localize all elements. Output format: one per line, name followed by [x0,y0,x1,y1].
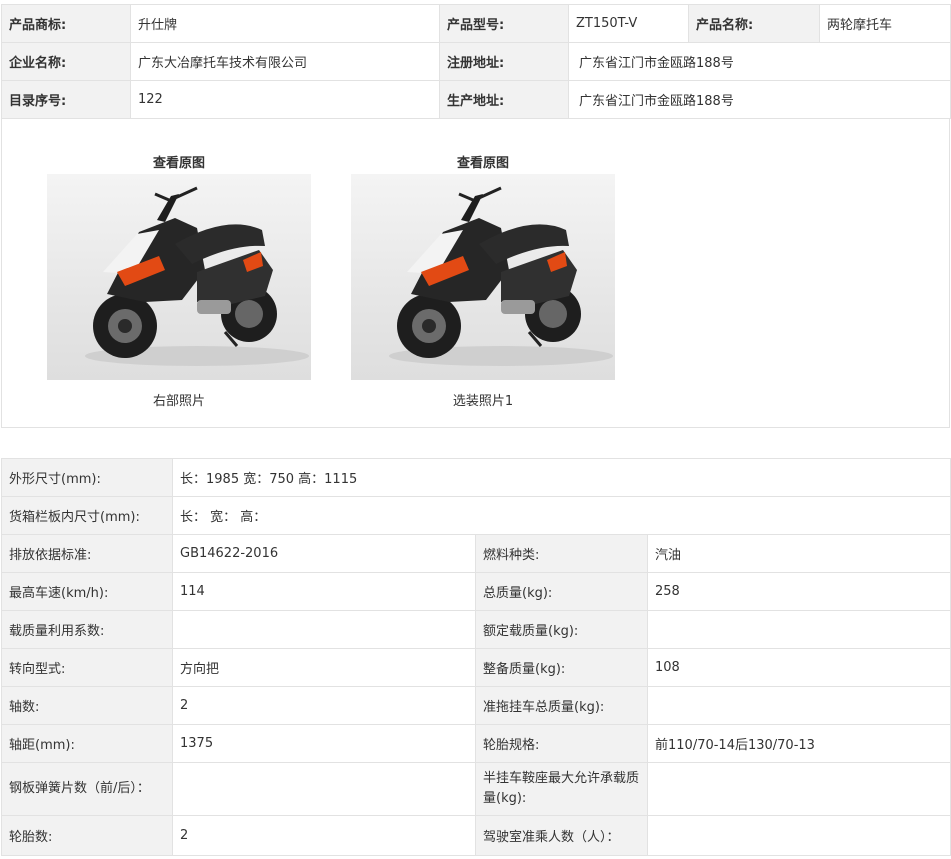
table-row: 产品商标: 升仕牌 产品型号: ZT150T-V 产品名称: 两轮摩托车 [1,4,951,43]
spec-value [646,610,951,649]
motorcycle-icon [389,186,613,366]
brand-label: 产品商标: [1,4,131,43]
spec-label: 转向型式: [1,648,173,687]
reg-address-value: 广东省江门市金瓯路188号 [568,42,951,81]
table-row: 企业名称: 广东大冶摩托车技术有限公司 注册地址: 广东省江门市金瓯路188号 [1,42,951,81]
table-row: 货箱栏板内尺寸(mm): 长： 宽： 高： [1,496,951,535]
table-row: 轴距(mm): 1375 轮胎规格: 前110/70-14后130/70-13 [1,724,951,763]
table-row: 载质量利用系数: 额定载质量(kg): [1,610,951,649]
spec-value [646,762,951,816]
spec-value [172,610,476,649]
spec-value: 1375 [172,724,476,763]
spec-value [646,686,951,725]
spec-label: 整备质量(kg): [475,648,648,687]
spec-value: GB14622-2016 [172,534,476,573]
spec-label: 驾驶室准乘人数（人）： [475,815,648,856]
table-row: 钢板弹簧片数（前/后）： 半挂车鞍座最大允许承载质量(kg): [1,762,951,816]
table-row: 目录序号: 122 生产地址: 广东省江门市金瓯路188号 [1,80,951,119]
spec-value: 方向把 [172,648,476,687]
view-original-link[interactable]: 查看原图 [47,154,311,174]
table-row: 最高车速(km/h): 114 总质量(kg): 258 [1,572,951,611]
spec-label: 准拖挂车总质量(kg): [475,686,648,725]
model-value: ZT150T-V [568,4,689,43]
spec-value [646,815,951,856]
table-row: 轴数: 2 准拖挂车总质量(kg): [1,686,951,725]
prod-address-value: 广东省江门市金瓯路188号 [568,80,951,119]
cargo-box-label: 货箱栏板内尺寸(mm): [1,496,173,535]
spec-value [172,762,476,816]
basic-info-table: 产品商标: 升仕牌 产品型号: ZT150T-V 产品名称: 两轮摩托车 企业名… [1,4,951,119]
model-label: 产品型号: [439,4,569,43]
prod-address-label: 生产地址: [439,80,569,119]
motorcycle-image[interactable] [351,174,615,380]
spec-value: 汽油 [646,534,951,573]
spec-label: 最高车速(km/h): [1,572,173,611]
spec-label: 排放依据标准: [1,534,173,573]
table-row: 排放依据标准: GB14622-2016 燃料种类: 汽油 [1,534,951,573]
spec-value: 前110/70-14后130/70-13 [646,724,951,763]
company-label: 企业名称: [1,42,131,81]
reg-address-label: 注册地址: [439,42,569,81]
spec-value: 258 [646,572,951,611]
dimensions-value: 长：1985 宽：750 高：1115 [171,458,951,497]
spec-label: 轮胎数: [1,815,173,856]
spec-label: 轴数: [1,686,173,725]
photo-optional: 查看原图 选装照片1 [351,154,615,412]
dimensions-label: 外形尺寸(mm): [1,458,173,497]
table-row: 外形尺寸(mm): 长：1985 宽：750 高：1115 [1,458,951,497]
table-row: 转向型式: 方向把 整备质量(kg): 108 [1,648,951,687]
photo-caption: 右部照片 [152,394,205,409]
photo-panel: 查看原图 右部照片 查看原图 选装照片1 [1,118,950,428]
spec-label: 半挂车鞍座最大允许承载质量(kg): [475,762,648,816]
spec-value: 114 [172,572,476,611]
table-row: 轮胎数: 2 驾驶室准乘人数（人）： [1,815,951,856]
view-original-link[interactable]: 查看原图 [351,154,615,174]
spec-label: 轮胎规格: [475,724,648,763]
catalog-no-value: 122 [130,80,440,119]
brand-value: 升仕牌 [130,4,440,43]
spec-label: 轴距(mm): [1,724,173,763]
spec-value: 2 [172,686,476,725]
product-name-value: 两轮摩托车 [819,4,951,43]
spec-label: 额定载质量(kg): [475,610,648,649]
spec-value: 108 [646,648,951,687]
motorcycle-icon [85,186,309,366]
spec-value: 2 [172,815,476,856]
catalog-no-label: 目录序号: [1,80,131,119]
company-value: 广东大冶摩托车技术有限公司 [130,42,440,81]
spec-label: 总质量(kg): [475,572,648,611]
spec-label: 钢板弹簧片数（前/后）： [1,762,173,816]
photo-right: 查看原图 右部照片 [47,154,311,412]
cargo-box-value: 长： 宽： 高： [171,496,951,535]
product-name-label: 产品名称: [688,4,820,43]
motorcycle-image[interactable] [47,174,311,380]
spec-label: 燃料种类: [475,534,648,573]
spec-label: 载质量利用系数: [1,610,173,649]
spec-table: 外形尺寸(mm): 长：1985 宽：750 高：1115 货箱栏板内尺寸(mm… [1,458,951,856]
photo-caption: 选装照片1 [452,394,514,409]
